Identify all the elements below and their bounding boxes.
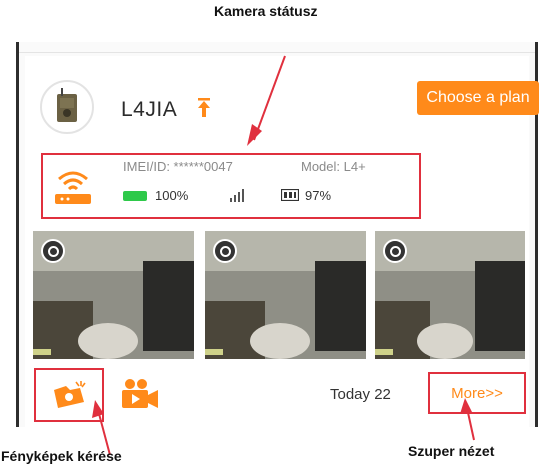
photo-thumbnail[interactable]	[33, 231, 194, 359]
view-icon[interactable]	[383, 239, 407, 263]
arrow-up-icon[interactable]	[197, 98, 211, 118]
camera-name: L4JIA	[121, 98, 178, 121]
photo-thumbnail[interactable]	[375, 231, 525, 359]
model-text: Model: L4+	[301, 159, 366, 174]
choose-plan-button[interactable]: Choose a plan	[417, 81, 539, 115]
view-icon[interactable]	[41, 239, 65, 263]
super-view-annotation: Szuper nézet	[408, 443, 495, 459]
photo-thumbnail[interactable]	[205, 231, 366, 359]
photo-request-annotation: Fényképek kérése	[1, 448, 122, 464]
imei-text: IMEI/ID: ******0047	[123, 159, 233, 174]
phone-screen: L4JIA Choose a plan IMEI/ID: ******0047 …	[16, 42, 539, 427]
camera-card[interactable]: L4JIA Choose a plan IMEI/ID: ******0047 …	[25, 56, 539, 427]
camera-status-annotation: Kamera státusz	[214, 3, 318, 19]
photo-request-button[interactable]	[34, 368, 104, 422]
video-camera-icon[interactable]	[120, 378, 160, 410]
battery-icon	[123, 191, 147, 201]
storage-level: 97%	[305, 188, 332, 203]
view-icon[interactable]	[213, 239, 237, 263]
sd-card-icon	[281, 189, 299, 201]
top-divider	[19, 52, 535, 53]
signal-icon	[230, 189, 244, 202]
camera-status-panel: IMEI/ID: ******0047 Model: L4+ 100% 97%	[41, 153, 421, 219]
battery-level: 100%	[155, 188, 189, 203]
router-icon	[55, 171, 91, 204]
today-count: Today 22	[330, 386, 391, 403]
photo-request-icon	[54, 381, 86, 408]
more-button[interactable]: More>>	[428, 372, 526, 414]
camera-avatar[interactable]	[40, 80, 94, 134]
